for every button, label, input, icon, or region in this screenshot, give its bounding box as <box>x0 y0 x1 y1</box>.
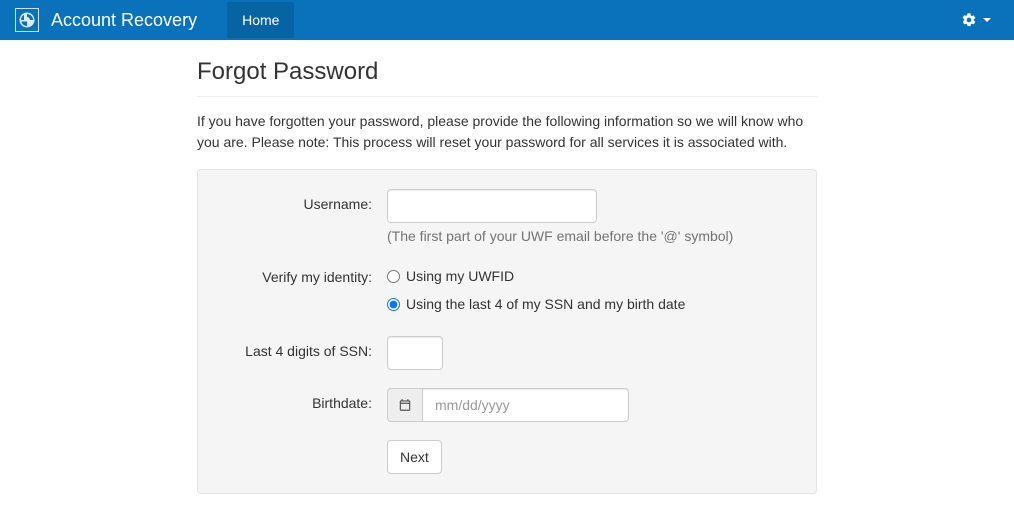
username-label: Username: <box>217 189 387 212</box>
birthdate-input[interactable] <box>422 388 629 422</box>
verify-field-wrap: Using my UWFID Using the last 4 of my SS… <box>387 262 797 318</box>
verify-option-uwfid[interactable]: Using my UWFID <box>387 262 797 284</box>
verify-label: Verify my identity: <box>217 262 387 285</box>
caret-down-icon <box>983 18 991 22</box>
calendar-icon <box>398 398 412 412</box>
nav-home[interactable]: Home <box>227 2 294 38</box>
row-ssn: Last 4 digits of SSN: <box>217 336 797 370</box>
logo-icon <box>15 8 39 32</box>
settings-menu[interactable] <box>953 6 999 34</box>
verify-radio-ssn[interactable] <box>387 298 400 311</box>
ssn-field-wrap <box>387 336 797 370</box>
row-birthdate: Birthdate: <box>217 388 797 422</box>
divider <box>197 96 817 97</box>
username-input[interactable] <box>387 189 597 223</box>
birthdate-input-group <box>387 388 607 422</box>
page-title: Forgot Password <box>197 58 817 86</box>
verify-radio-uwfid[interactable] <box>387 270 400 283</box>
next-button[interactable]: Next <box>387 440 442 474</box>
ssn-label: Last 4 digits of SSN: <box>217 336 387 359</box>
submit-wrap: Next <box>387 440 797 474</box>
submit-spacer <box>217 440 387 447</box>
calendar-addon[interactable] <box>387 388 422 422</box>
form-panel: Username: (The first part of your UWF em… <box>197 169 817 494</box>
birthdate-label: Birthdate: <box>217 388 387 411</box>
gear-icon <box>961 12 977 28</box>
verify-option-ssn[interactable]: Using the last 4 of my SSN and my birth … <box>387 290 797 312</box>
row-username: Username: (The first part of your UWF em… <box>217 189 797 244</box>
birthdate-field-wrap <box>387 388 797 422</box>
ssn-input[interactable] <box>387 336 443 370</box>
username-help: (The first part of your UWF email before… <box>387 228 797 244</box>
main-container: Forgot Password If you have forgotten yo… <box>197 58 817 494</box>
nautilus-icon <box>18 11 36 29</box>
verify-option-ssn-label: Using the last 4 of my SSN and my birth … <box>406 296 685 312</box>
username-field-wrap: (The first part of your UWF email before… <box>387 189 797 244</box>
intro-text: If you have forgotten your password, ple… <box>197 111 817 153</box>
navbar: Account Recovery Home <box>0 0 1014 40</box>
navbar-left: Account Recovery Home <box>15 2 953 38</box>
brand-title: Account Recovery <box>51 10 197 31</box>
row-verify: Verify my identity: Using my UWFID Using… <box>217 262 797 318</box>
verify-option-uwfid-label: Using my UWFID <box>406 268 514 284</box>
row-submit: Next <box>217 440 797 474</box>
